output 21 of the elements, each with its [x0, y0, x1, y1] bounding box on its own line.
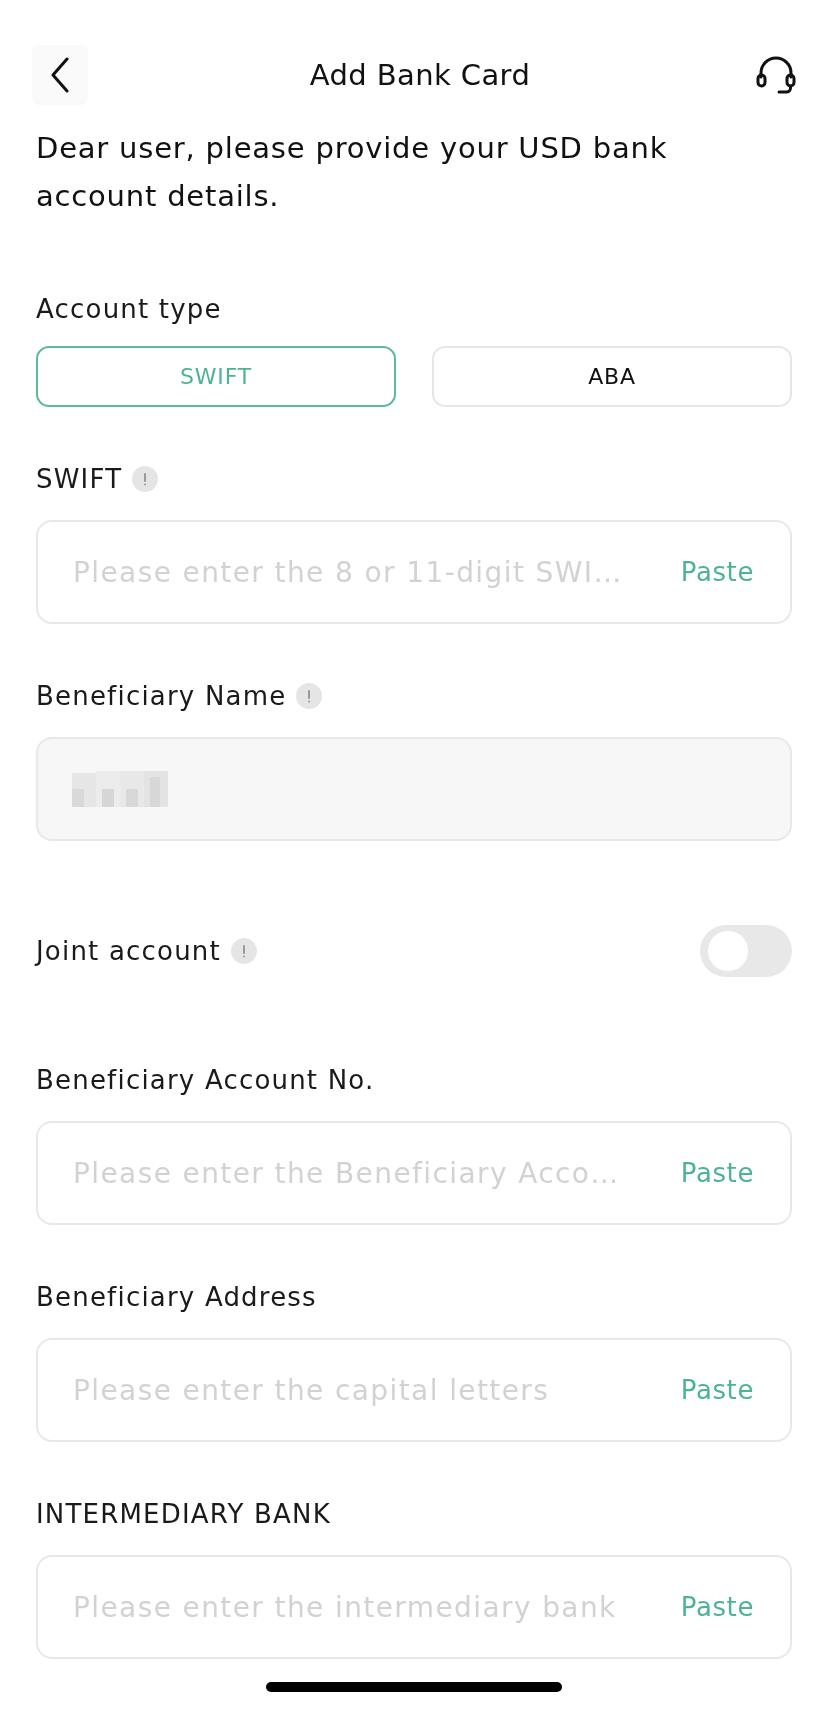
paste-button[interactable]: Paste — [680, 1592, 754, 1622]
info-icon[interactable] — [230, 938, 257, 964]
chevron-left-icon — [50, 57, 70, 93]
field-label: Beneficiary Address — [36, 1282, 317, 1312]
field-label: INTERMEDIARY BANK — [36, 1499, 331, 1529]
intro-text: Dear user, please provide your USD bank account details. — [36, 130, 669, 215]
back-button[interactable] — [32, 45, 88, 105]
page-title: Add Bank Card — [309, 58, 531, 92]
field-label: Joint account — [36, 936, 221, 966]
account-type-option[interactable]: SWIFT — [36, 346, 396, 407]
paste-button[interactable]: Paste — [680, 1375, 754, 1405]
field-label: Account type — [36, 293, 223, 326]
field-label: SWIFT — [36, 464, 123, 494]
headset-icon — [755, 55, 797, 95]
account-type-option[interactable]: ABA — [432, 346, 792, 407]
paste-button[interactable]: Paste — [680, 1158, 754, 1188]
field-label: Beneficiary Account No. — [36, 1065, 375, 1095]
info-icon[interactable] — [132, 466, 159, 492]
paste-button[interactable]: Paste — [680, 557, 754, 587]
info-icon[interactable] — [296, 683, 323, 709]
field-label: Beneficiary Name — [36, 681, 287, 711]
